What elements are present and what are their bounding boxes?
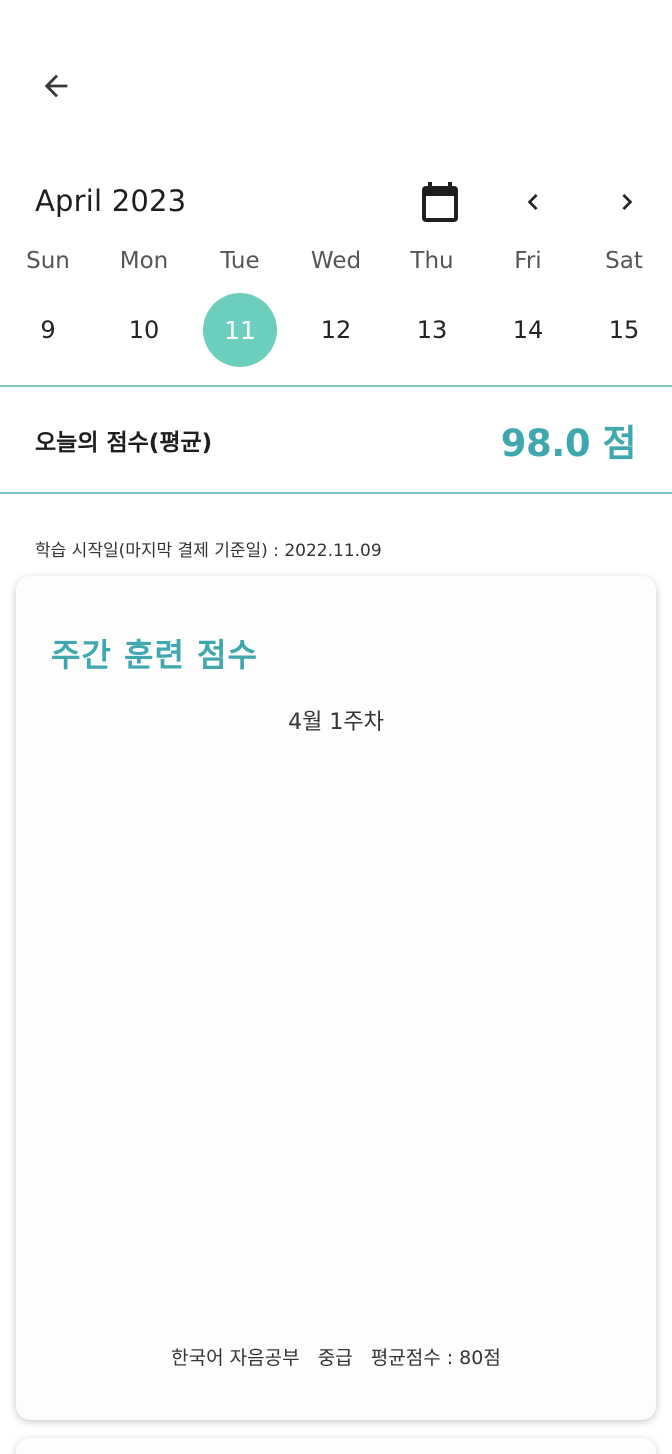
weekly-score-card: 주간 훈련 점수 4월 1주차 한국어 자음공부 중급 평균점수 : 80점	[16, 576, 656, 1420]
page: April 2023 Sun Mon Tue Wed Thu Fri Sat 9…	[0, 0, 672, 1454]
prev-week-button[interactable]	[510, 174, 556, 230]
today-score-label: 오늘의 점수(평균)	[35, 430, 213, 456]
card-title: 주간 훈련 점수	[51, 636, 258, 674]
weekday-label: Fri	[514, 248, 542, 274]
calendar-icon	[422, 182, 458, 222]
weekday-label: Wed	[310, 248, 362, 274]
weekday-label: Sat	[605, 248, 643, 274]
study-start-date: 학습 시작일(마지막 결제 기준일) : 2022.11.09	[35, 541, 382, 561]
month-header: April 2023	[0, 168, 672, 232]
date-cell-selected[interactable]: 11	[192, 292, 288, 368]
date-cell[interactable]: 14	[480, 292, 576, 368]
date-number: 9	[40, 316, 56, 344]
weekday-label: Thu	[410, 248, 454, 274]
date-number: 15	[608, 316, 640, 344]
arrow-left-icon	[44, 74, 68, 98]
date-number: 13	[416, 316, 448, 344]
card-footer-summary: 한국어 자음공부 중급 평균점수 : 80점	[171, 1347, 501, 1369]
date-row: 9 10 11 12 13 14 15	[0, 292, 672, 368]
weekday-header-row: Sun Mon Tue Wed Thu Fri Sat	[0, 248, 672, 288]
back-button[interactable]	[24, 62, 88, 110]
calendar-picker-button[interactable]	[412, 174, 468, 230]
date-number: 10	[128, 316, 160, 344]
chevron-right-icon	[622, 194, 633, 210]
today-score-bar: 오늘의 점수(평균) 98.0 점	[0, 385, 672, 494]
chevron-left-icon	[527, 194, 538, 210]
date-number: 12	[320, 316, 352, 344]
date-number: 11	[203, 293, 277, 367]
week-label: 4월 1주차	[288, 710, 384, 735]
month-label: April 2023	[35, 184, 187, 218]
date-number: 14	[512, 316, 544, 344]
date-cell[interactable]: 9	[0, 292, 96, 368]
weekday-label: Tue	[220, 248, 260, 274]
next-card	[16, 1438, 656, 1454]
weekday-label: Sun	[26, 248, 70, 274]
date-cell[interactable]: 10	[96, 292, 192, 368]
next-week-button[interactable]	[604, 174, 650, 230]
date-cell[interactable]: 13	[384, 292, 480, 368]
date-cell[interactable]: 12	[288, 292, 384, 368]
weekday-label: Mon	[119, 248, 169, 274]
today-score-value: 98.0 점	[500, 422, 637, 465]
date-cell[interactable]: 15	[576, 292, 672, 368]
